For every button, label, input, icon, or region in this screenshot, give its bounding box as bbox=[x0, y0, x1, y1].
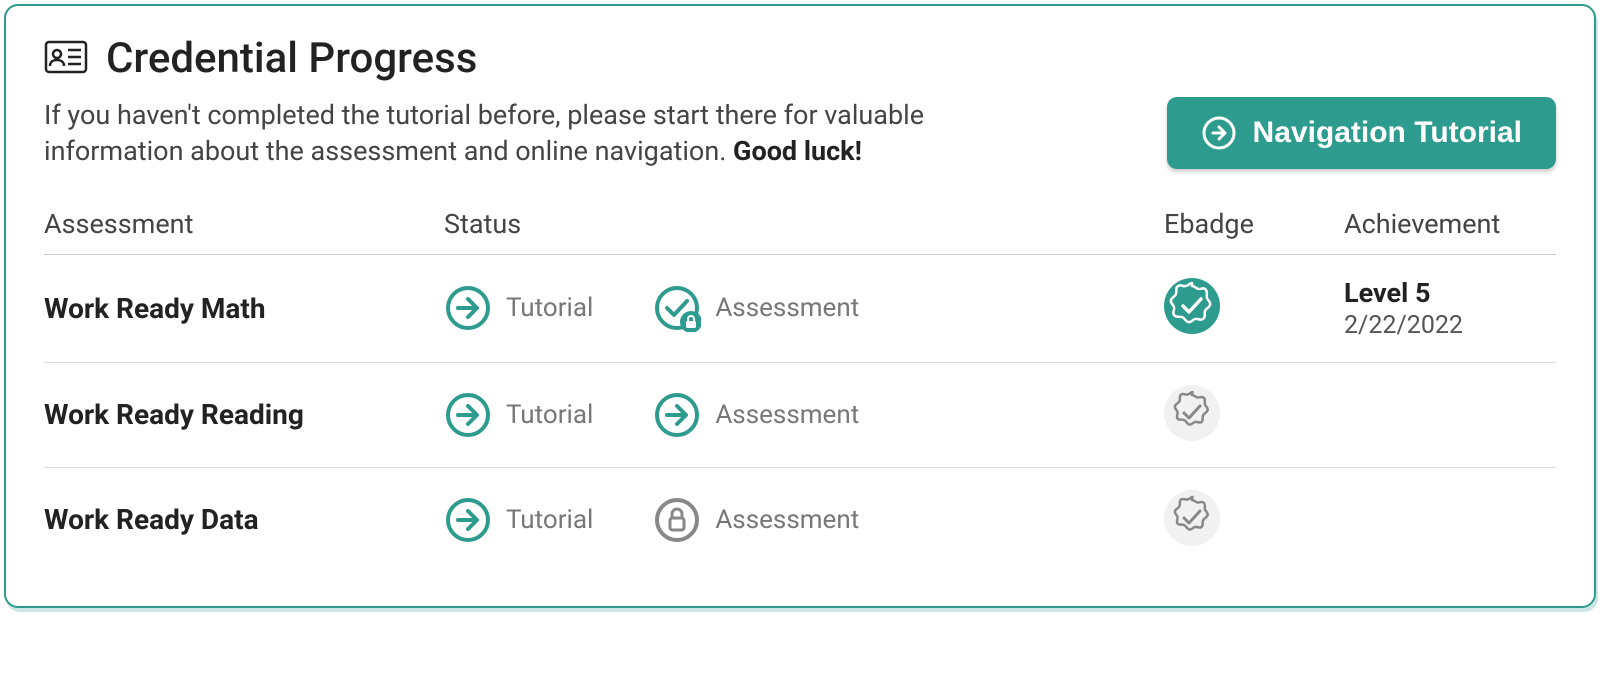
col-header-assessment: Assessment bbox=[44, 200, 444, 255]
col-header-status: Status bbox=[444, 200, 1164, 255]
assessment-link[interactable]: Assessment bbox=[653, 391, 859, 439]
tutorial-link[interactable]: Tutorial bbox=[444, 391, 593, 439]
intro-text-bold: Good luck! bbox=[733, 135, 862, 167]
arrow-circle-right-icon bbox=[444, 391, 492, 439]
assessment-name: Work Ready Reading bbox=[44, 398, 444, 431]
navigation-tutorial-label: Navigation Tutorial bbox=[1253, 116, 1522, 150]
intro-row: If you haven't completed the tutorial be… bbox=[44, 97, 1556, 170]
assessment-label: Assessment bbox=[715, 293, 859, 323]
arrow-circle-right-icon bbox=[1201, 115, 1237, 151]
achievement-date: 2/22/2022 bbox=[1344, 311, 1556, 340]
card-header: Credential Progress bbox=[44, 34, 1556, 83]
tutorial-label: Tutorial bbox=[506, 505, 593, 535]
tutorial-link[interactable]: Tutorial bbox=[444, 496, 593, 544]
intro-text: If you haven't completed the tutorial be… bbox=[44, 97, 994, 170]
tutorial-link[interactable]: Tutorial bbox=[444, 284, 593, 332]
arrow-circle-right-icon bbox=[653, 391, 701, 439]
tutorial-label: Tutorial bbox=[506, 293, 593, 323]
achievement-level: Level 5 bbox=[1344, 277, 1556, 309]
assessment-table: Assessment Status Ebadge Achievement Wor… bbox=[44, 200, 1556, 572]
arrow-circle-right-icon bbox=[444, 284, 492, 332]
assessment-label: Assessment bbox=[715, 400, 859, 430]
assessment-link: Assessment bbox=[653, 496, 859, 544]
table-row: Work Ready Reading Tutorial Assessment bbox=[44, 362, 1556, 467]
tutorial-label: Tutorial bbox=[506, 400, 593, 430]
page-title: Credential Progress bbox=[106, 34, 477, 83]
ebadge-earned-icon[interactable] bbox=[1164, 319, 1220, 338]
assessment-name: Work Ready Data bbox=[44, 503, 444, 536]
navigation-tutorial-button[interactable]: Navigation Tutorial bbox=[1167, 97, 1556, 169]
col-header-ebadge: Ebadge bbox=[1164, 200, 1344, 255]
status-cell: Tutorial Assessment bbox=[444, 496, 1164, 544]
assessment-name: Work Ready Math bbox=[44, 292, 444, 325]
check-locked-icon bbox=[653, 284, 701, 332]
assessment-link: Assessment bbox=[653, 284, 859, 332]
status-cell: Tutorial Assessment bbox=[444, 391, 1164, 439]
lock-icon bbox=[653, 496, 701, 544]
credential-progress-card: Credential Progress If you haven't compl… bbox=[4, 4, 1596, 608]
arrow-circle-right-icon bbox=[444, 496, 492, 544]
id-card-icon bbox=[44, 40, 88, 78]
ebadge-pending-icon[interactable] bbox=[1164, 426, 1220, 445]
table-row: Work Ready Data Tutorial Assessment bbox=[44, 467, 1556, 572]
ebadge-pending-icon[interactable] bbox=[1164, 531, 1220, 550]
status-cell: Tutorial Assessment bbox=[444, 284, 1164, 332]
table-row: Work Ready Math Tutorial Assessment Level 5… bbox=[44, 254, 1556, 362]
assessment-label: Assessment bbox=[715, 505, 859, 535]
col-header-achievement: Achievement bbox=[1344, 200, 1556, 255]
